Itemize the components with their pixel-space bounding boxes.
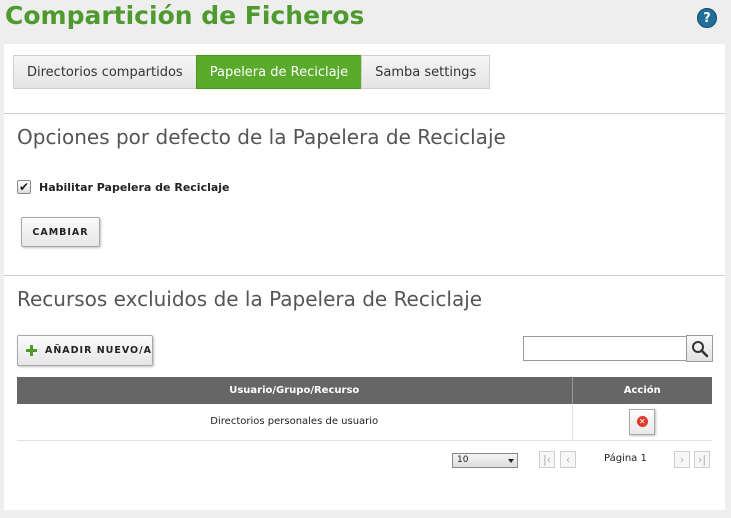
next-page-button[interactable]: › [674, 451, 690, 468]
page-size-value: 10 [457, 455, 469, 465]
previous-page-button[interactable]: ‹ [560, 451, 576, 468]
last-page-icon: ›| [697, 453, 707, 466]
excluded-resources-table: Usuario/Grupo/Recurso Acción Directorios… [17, 377, 712, 441]
change-button-label: CAMBIAR [32, 226, 89, 238]
search-icon [691, 340, 708, 357]
delete-icon: ✕ [636, 416, 648, 428]
chevron-right-icon: › [679, 453, 685, 466]
change-button[interactable]: CAMBIAR [21, 217, 100, 247]
add-new-button-label: AÑADIR NUEVO/A [45, 345, 152, 356]
search-input[interactable] [523, 336, 687, 361]
plus-icon [26, 345, 37, 356]
tab-samba-settings[interactable]: Samba settings [361, 55, 491, 89]
defaults-section-title: Opciones por defecto de la Papelera de R… [17, 125, 506, 149]
main-panel: Directorios compartidos Papelera de Reci… [4, 44, 725, 510]
chevron-left-icon: ‹ [565, 453, 571, 466]
action-cell: ✕ [572, 404, 712, 441]
page-title: Compartición de Ficheros [5, 1, 365, 30]
enable-recycle-bin-row: ✔ Habilitar Papelera de Reciclaje [17, 180, 230, 194]
column-header-action: Acción [572, 377, 712, 404]
tab-bar: Directorios compartidos Papelera de Reci… [13, 55, 491, 89]
table-header-row: Usuario/Grupo/Recurso Acción [17, 377, 712, 404]
resource-cell: Directorios personales de usuario [17, 404, 573, 441]
search-button[interactable] [686, 335, 713, 362]
divider [4, 113, 725, 114]
chevron-down-icon [508, 459, 514, 463]
enable-recycle-bin-checkbox[interactable]: ✔ [17, 180, 31, 194]
first-page-icon: |‹ [542, 453, 552, 466]
enable-recycle-bin-label: Habilitar Papelera de Reciclaje [39, 180, 230, 194]
tab-shared-directories[interactable]: Directorios compartidos [13, 55, 197, 89]
page-size-select[interactable]: 10 [452, 453, 518, 468]
column-header-resource: Usuario/Grupo/Recurso [17, 377, 573, 404]
divider [4, 275, 725, 276]
last-page-button[interactable]: ›| [694, 451, 710, 468]
add-new-button[interactable]: AÑADIR NUEVO/A [17, 335, 153, 366]
tab-recycle-bin[interactable]: Papelera de Reciclaje [195, 55, 363, 89]
table-row: Directorios personales de usuario ✕ [17, 404, 712, 441]
first-page-button[interactable]: |‹ [539, 451, 555, 468]
delete-button[interactable]: ✕ [629, 408, 656, 435]
page-indicator: Página 1 [604, 453, 647, 464]
excluded-section-title: Recursos excluidos de la Papelera de Rec… [17, 287, 483, 311]
help-icon[interactable]: ? [697, 8, 717, 28]
